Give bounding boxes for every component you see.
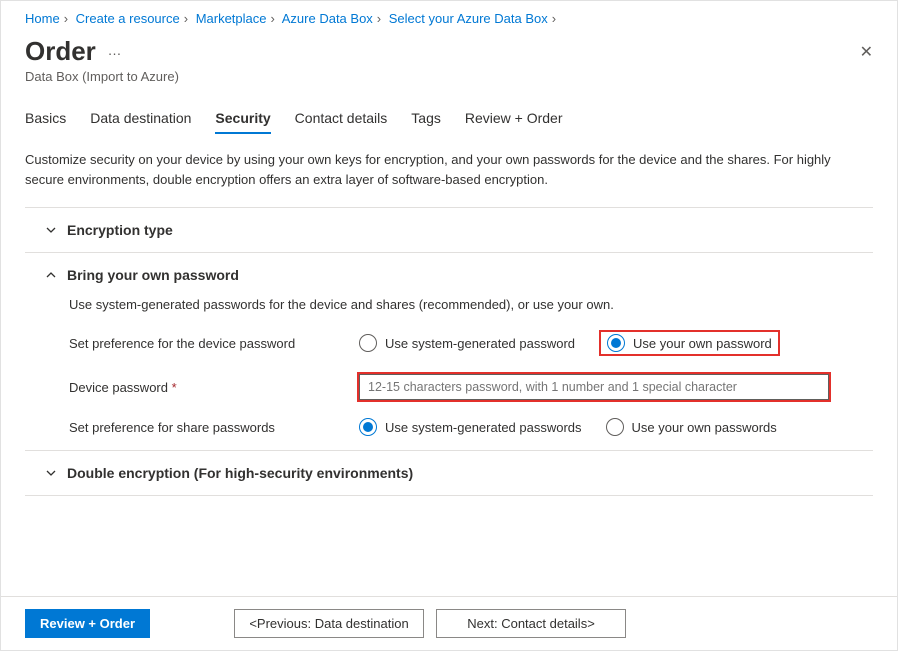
crumb-select-data-box[interactable]: Select your Azure Data Box	[389, 11, 548, 26]
chevron-icon: ›	[271, 11, 275, 26]
chevron-down-icon	[45, 224, 57, 236]
section-title-double-encryption: Double encryption (For high-security env…	[67, 465, 413, 481]
chevron-icon: ›	[64, 11, 68, 26]
highlight-own-password: Use your own password	[599, 330, 780, 356]
next-button[interactable]: Next: Contact details>	[436, 609, 626, 638]
radio-device-own-password[interactable]: Use your own password	[607, 334, 772, 352]
radio-share-system-generated[interactable]: Use system-generated passwords	[359, 418, 582, 436]
divider	[25, 495, 873, 496]
footer-actions: Review + Order <Previous: Data destinati…	[1, 596, 897, 650]
device-password-input[interactable]	[359, 374, 829, 400]
chevron-icon: ›	[184, 11, 188, 26]
share-password-pref-label: Set preference for share passwords	[69, 420, 359, 435]
radio-device-system-generated[interactable]: Use system-generated password	[359, 334, 575, 352]
crumb-marketplace[interactable]: Marketplace	[196, 11, 267, 26]
section-header-double-encryption[interactable]: Double encryption (For high-security env…	[25, 465, 873, 481]
breadcrumb: Home › Create a resource › Marketplace › Az…	[1, 1, 897, 30]
own-password-intro: Use system-generated passwords for the d…	[69, 297, 873, 312]
chevron-down-icon	[45, 467, 57, 479]
device-password-label: Device password *	[69, 380, 359, 395]
section-encryption-type: Encryption type	[25, 208, 873, 253]
tab-data-destination[interactable]: Data destination	[90, 110, 191, 134]
required-indicator: *	[172, 380, 177, 395]
review-order-button[interactable]: Review + Order	[25, 609, 150, 638]
security-description: Customize security on your device by usi…	[25, 150, 845, 189]
chevron-icon: ›	[377, 11, 381, 26]
page-header: Order … Data Box (Import to Azure) ✕	[1, 30, 897, 84]
tab-review-order[interactable]: Review + Order	[465, 110, 563, 134]
crumb-home[interactable]: Home	[25, 11, 60, 26]
close-icon[interactable]: ✕	[860, 42, 873, 62]
radio-label: Use system-generated passwords	[385, 420, 582, 435]
tab-security[interactable]: Security	[215, 110, 270, 134]
radio-share-own-passwords[interactable]: Use your own passwords	[606, 418, 777, 436]
section-own-password: Bring your own password Use system-gener…	[25, 253, 873, 451]
radio-label: Use your own passwords	[632, 420, 777, 435]
crumb-create-resource[interactable]: Create a resource	[76, 11, 180, 26]
chevron-icon: ›	[552, 11, 556, 26]
page-title: Order	[25, 36, 96, 67]
tab-tags[interactable]: Tags	[411, 110, 441, 134]
chevron-up-icon	[45, 269, 57, 281]
crumb-azure-data-box[interactable]: Azure Data Box	[282, 11, 373, 26]
radio-label: Use system-generated password	[385, 336, 575, 351]
page-subtitle: Data Box (Import to Azure)	[25, 69, 873, 84]
previous-button[interactable]: <Previous: Data destination	[234, 609, 424, 638]
section-title-own-password: Bring your own password	[67, 267, 239, 283]
tab-contact-details[interactable]: Contact details	[295, 110, 388, 134]
section-double-encryption: Double encryption (For high-security env…	[25, 451, 873, 510]
device-password-pref-label: Set preference for the device password	[69, 336, 359, 351]
tabs: Basics Data destination Security Contact…	[1, 84, 897, 134]
radio-label: Use your own password	[633, 336, 772, 351]
section-title-encryption: Encryption type	[67, 222, 173, 238]
tab-basics[interactable]: Basics	[25, 110, 66, 134]
section-header-own-password[interactable]: Bring your own password	[25, 267, 873, 283]
section-header-encryption[interactable]: Encryption type	[25, 222, 873, 238]
more-icon[interactable]: …	[107, 42, 121, 58]
